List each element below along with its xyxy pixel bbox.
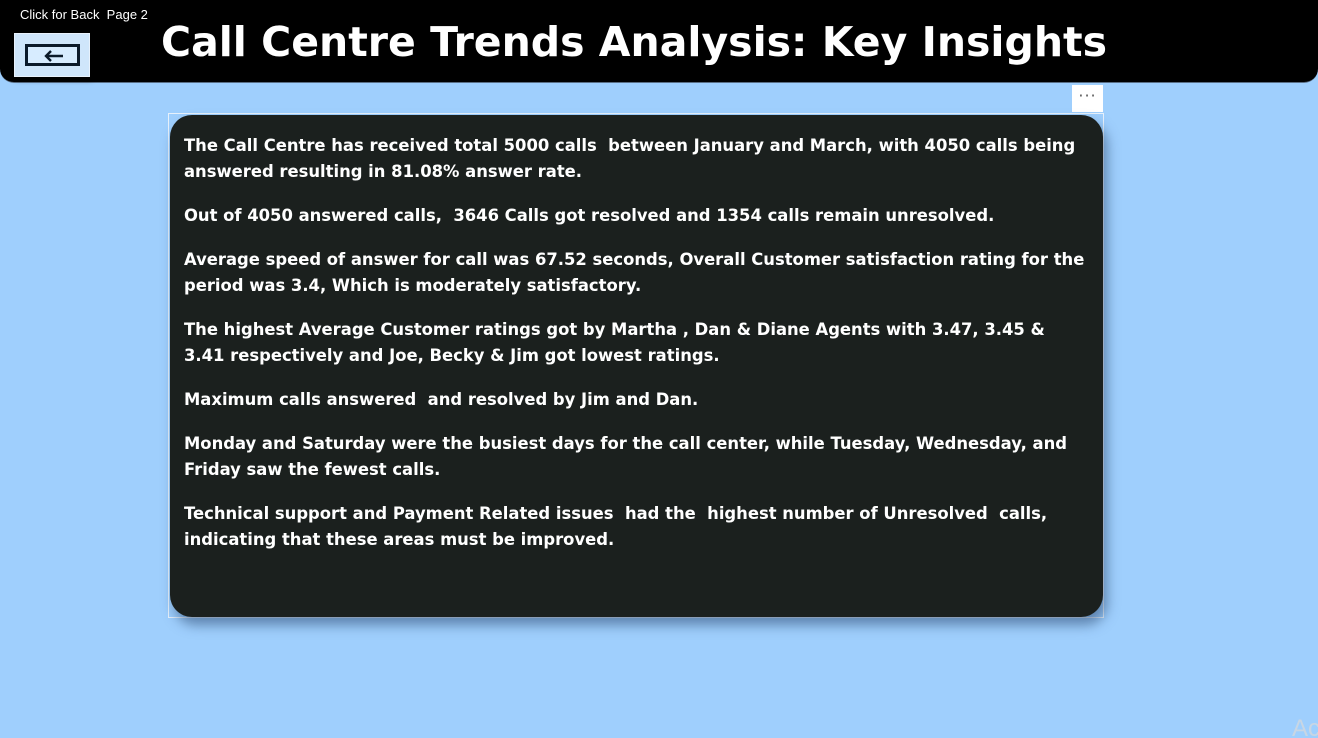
insights-card: The Call Centre has received total 5000 … xyxy=(170,115,1103,617)
activation-watermark: Ac xyxy=(1292,715,1318,738)
report-page: Click for Back Page 2 Call Centre Trends… xyxy=(0,0,1318,738)
header-bar: Click for Back Page 2 Call Centre Trends… xyxy=(0,0,1318,83)
insight-text: Average speed of answer for call was 67.… xyxy=(184,250,1091,295)
insight-text: Maximum calls answered and resolved by J… xyxy=(184,390,699,409)
page-title: Call Centre Trends Analysis: Key Insight… xyxy=(160,18,1108,66)
insight-text: The Call Centre has received total 5000 … xyxy=(184,136,1081,181)
insight-text: Monday and Saturday were the busiest day… xyxy=(184,434,1073,479)
insight-text: The highest Average Customer ratings got… xyxy=(184,320,1051,365)
insight-text: Out of 4050 answered calls, 3646 Calls g… xyxy=(184,206,995,225)
more-options-button[interactable]: ··· xyxy=(1072,85,1103,112)
insight-text: Technical support and Payment Related is… xyxy=(184,504,1053,549)
